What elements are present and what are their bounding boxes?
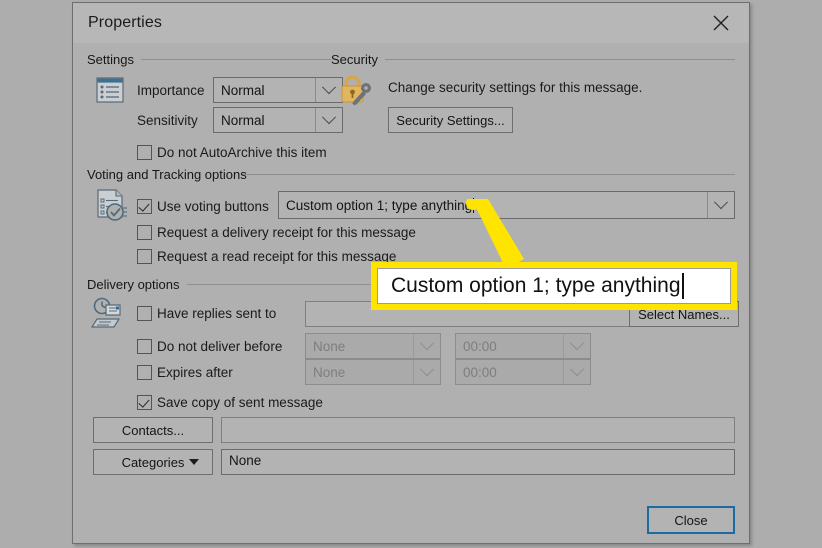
clock-envelope-icon (90, 297, 131, 338)
contacts-button[interactable]: Contacts... (93, 417, 213, 443)
chevron-down-icon[interactable] (563, 360, 590, 384)
save-copy-of-sent-message-checkbox[interactable]: Save copy of sent message (137, 395, 323, 410)
categories-button-label: Categories (121, 454, 185, 470)
checkbox-box (137, 395, 152, 410)
security-group-label: Security (331, 52, 378, 67)
contacts-input[interactable] (221, 417, 735, 443)
expires-after-label: Expires after (157, 365, 233, 380)
save-copy-of-sent-message-label: Save copy of sent message (157, 395, 323, 410)
categories-input[interactable]: None (221, 449, 735, 475)
checkbox-box (137, 339, 152, 354)
security-description: Change security settings for this messag… (388, 80, 643, 95)
close-button[interactable]: Close (647, 506, 735, 534)
delivery-group-label: Delivery options (87, 277, 180, 292)
chevron-down-icon[interactable] (413, 334, 440, 358)
do-not-autoarchive-checkbox[interactable]: Do not AutoArchive this item (137, 145, 327, 160)
do-not-deliver-before-date-combobox[interactable]: None (305, 333, 441, 359)
do-not-autoarchive-label: Do not AutoArchive this item (157, 145, 327, 160)
sensitivity-label: Sensitivity (137, 113, 198, 128)
use-voting-buttons-checkbox[interactable]: Use voting buttons (137, 199, 269, 214)
delivery-receipt-checkbox[interactable]: Request a delivery receipt for this mess… (137, 225, 416, 240)
read-receipt-label: Request a read receipt for this message (157, 249, 397, 264)
security-settings-button-label: Security Settings... (396, 112, 505, 128)
settings-group-label: Settings (87, 52, 134, 67)
use-voting-buttons-label: Use voting buttons (157, 199, 269, 214)
settings-group-rule (141, 59, 331, 60)
expires-after-time-value: 00:00 (463, 364, 497, 380)
do-not-deliver-before-checkbox[interactable]: Do not deliver before (137, 339, 282, 354)
security-settings-button[interactable]: Security Settings... (388, 107, 513, 133)
chevron-down-icon[interactable] (413, 360, 440, 384)
close-button-label: Close (674, 512, 708, 528)
checkbox-box (137, 249, 152, 264)
checkbox-box (137, 145, 152, 160)
expires-after-time-combobox[interactable]: 00:00 (455, 359, 591, 385)
sensitivity-value: Normal (221, 112, 265, 128)
importance-combobox[interactable]: Normal (213, 77, 343, 103)
do-not-deliver-before-time-value: 00:00 (463, 338, 497, 354)
message-options-icon (93, 73, 127, 112)
ballot-check-icon (93, 187, 131, 230)
dialog-title: Properties (88, 14, 162, 31)
lock-key-icon (337, 73, 377, 114)
close-x-icon (713, 15, 729, 31)
expires-after-date-combobox[interactable]: None (305, 359, 441, 385)
chevron-down-icon[interactable] (563, 334, 590, 358)
zoom-callout: Custom option 1; type anything (371, 262, 737, 310)
checkbox-box (137, 306, 152, 321)
text-cursor (681, 273, 684, 299)
callout-pointer (466, 199, 524, 269)
do-not-deliver-before-time-combobox[interactable]: 00:00 (455, 333, 591, 359)
voting-group-rule (241, 174, 735, 175)
have-replies-sent-to-label: Have replies sent to (157, 306, 277, 321)
sensitivity-combobox[interactable]: Normal (213, 107, 343, 133)
chevron-down-icon[interactable] (707, 192, 734, 218)
zoom-callout-field: Custom option 1; type anything (377, 268, 731, 304)
voting-options-value: Custom option 1; type anything (286, 197, 473, 213)
do-not-deliver-before-date-value: None (313, 338, 346, 354)
read-receipt-checkbox[interactable]: Request a read receipt for this message (137, 249, 396, 264)
importance-value: Normal (221, 82, 265, 98)
dialog-titlebar: Properties (73, 3, 749, 43)
expires-after-date-value: None (313, 364, 346, 380)
voting-group-label: Voting and Tracking options (87, 167, 247, 182)
checkbox-box (137, 365, 152, 380)
zoom-callout-text: Custom option 1; type anything (391, 274, 681, 297)
expires-after-checkbox[interactable]: Expires after (137, 365, 233, 380)
security-group-rule (385, 59, 735, 60)
contacts-button-label: Contacts... (121, 422, 185, 438)
delivery-receipt-label: Request a delivery receipt for this mess… (157, 225, 416, 240)
chevron-down-icon (189, 459, 199, 465)
categories-button[interactable]: Categories (93, 449, 213, 475)
checkbox-box (137, 225, 152, 240)
importance-label: Importance (137, 83, 205, 98)
checkbox-box (137, 199, 152, 214)
have-replies-sent-to-checkbox[interactable]: Have replies sent to (137, 306, 276, 321)
close-window-button[interactable] (699, 7, 743, 39)
do-not-deliver-before-label: Do not deliver before (157, 339, 283, 354)
